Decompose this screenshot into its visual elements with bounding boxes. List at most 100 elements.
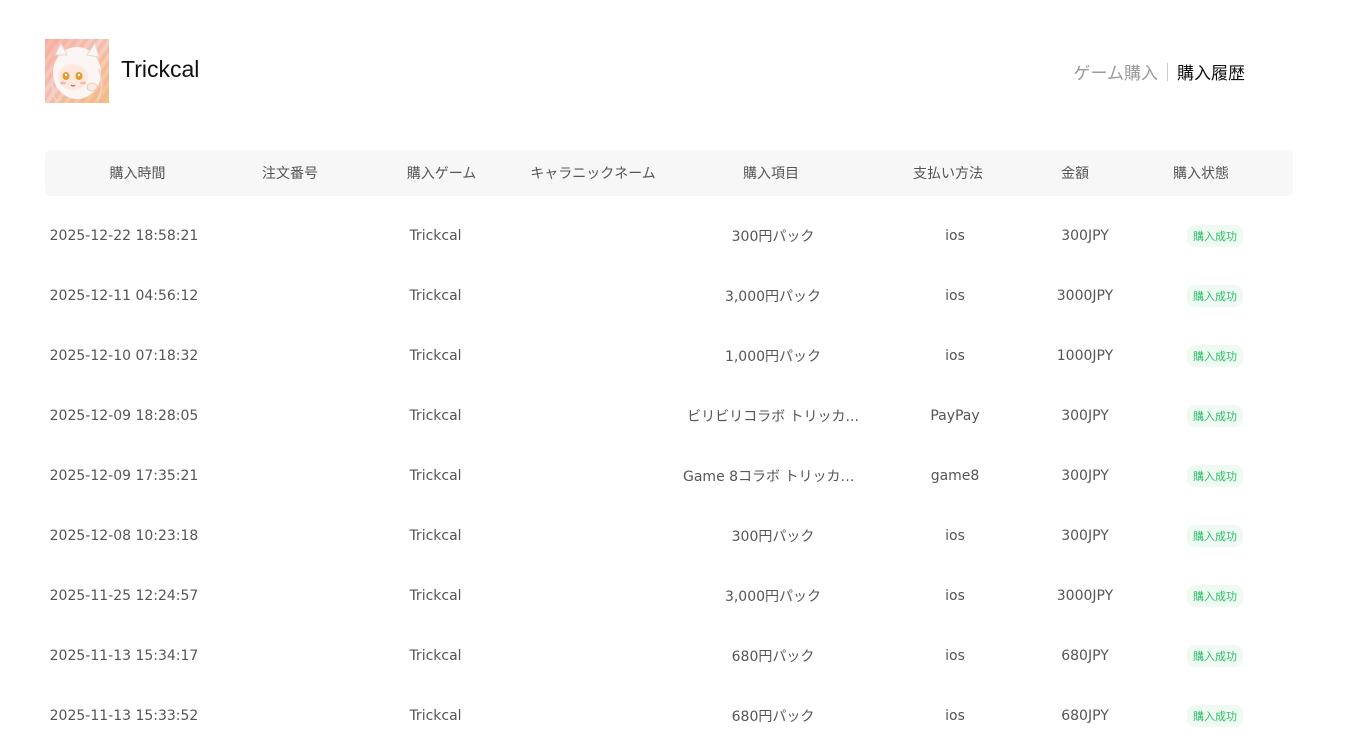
- column-header-game: 購入ゲーム: [406, 166, 477, 182]
- cell-status: 購入成功: [1155, 326, 1275, 386]
- cell-payment: ios: [945, 348, 965, 364]
- cell-payment: PayPay: [930, 408, 980, 424]
- cell-status: 購入成功: [1155, 626, 1275, 686]
- app-logo-icon[interactable]: [45, 39, 109, 103]
- cell-amount: 300JPY: [1061, 408, 1109, 424]
- cell-game: Trickcal: [409, 408, 462, 424]
- cell-nickname: [533, 326, 653, 386]
- app-title: Trickcal: [121, 56, 200, 82]
- cell-time: 2025-12-08 10:23:18: [49, 528, 199, 544]
- table-row[interactable]: 2025-12-22 18:58:21 Trickcal 300円パック ios…: [45, 206, 1293, 266]
- cell-payment: ios: [945, 648, 965, 664]
- cell-item: 680円パック: [731, 709, 815, 725]
- cell-nickname: [533, 626, 653, 686]
- cell-order-number: [230, 626, 350, 686]
- status-badge: 購入成功: [1187, 405, 1243, 427]
- cell-order-number: [230, 506, 350, 566]
- table-row[interactable]: 2025-11-13 15:34:17 Trickcal 680円パック ios…: [45, 626, 1293, 686]
- cell-time: 2025-11-25 12:24:57: [49, 588, 199, 604]
- table-row[interactable]: 2025-12-10 07:18:32 Trickcal 1,000円パック i…: [45, 326, 1293, 386]
- nav-purchase-history-link[interactable]: 購入履歴: [1177, 59, 1245, 84]
- cell-payment: ios: [945, 228, 965, 244]
- cell-game: Trickcal: [409, 348, 462, 364]
- column-header-status: 購入状態: [1173, 166, 1229, 182]
- status-badge: 購入成功: [1187, 465, 1243, 487]
- cell-nickname: [533, 566, 653, 626]
- column-header-nickname: キャラニックネーム: [530, 166, 656, 182]
- cell-payment: ios: [945, 708, 965, 724]
- status-badge: 購入成功: [1187, 705, 1243, 727]
- cell-game: Trickcal: [409, 528, 462, 544]
- cell-amount: 680JPY: [1061, 648, 1109, 664]
- column-header-order-number: 注文番号: [262, 166, 318, 182]
- cell-status: 購入成功: [1155, 686, 1275, 741]
- cell-item: Game 8コラボ トリッカル...: [683, 469, 863, 485]
- cell-nickname: [533, 206, 653, 266]
- table-row[interactable]: 2025-11-25 12:24:57 Trickcal 3,000円パック i…: [45, 566, 1293, 626]
- status-badge: 購入成功: [1187, 285, 1243, 307]
- column-header-item: 購入項目: [743, 166, 799, 182]
- nav-game-purchase-link[interactable]: ゲーム購入: [1074, 59, 1159, 84]
- table-row[interactable]: 2025-12-08 10:23:18 Trickcal 300円パック ios…: [45, 506, 1293, 566]
- cell-time: 2025-12-22 18:58:21: [49, 228, 199, 244]
- table-header: 購入時間 注文番号 購入ゲーム キャラニックネーム 購入項目 支払い方法 金額 …: [45, 150, 1293, 196]
- cell-nickname: [533, 386, 653, 446]
- column-header-amount: 金額: [1061, 166, 1089, 182]
- cell-status: 購入成功: [1155, 506, 1275, 566]
- cell-game: Trickcal: [409, 708, 462, 724]
- table-row[interactable]: 2025-12-09 18:28:05 Trickcal ビリビリコラボ トリッ…: [45, 386, 1293, 446]
- table-row[interactable]: 2025-11-13 15:33:52 Trickcal 680円パック ios…: [45, 686, 1293, 741]
- cell-payment: ios: [945, 288, 965, 304]
- table-row[interactable]: 2025-12-11 04:56:12 Trickcal 3,000円パック i…: [45, 266, 1293, 326]
- cell-amount: 300JPY: [1061, 468, 1109, 484]
- cell-payment: game8: [930, 468, 980, 484]
- cell-game: Trickcal: [409, 468, 462, 484]
- cell-status: 購入成功: [1155, 266, 1275, 326]
- header: Trickcal ゲーム購入 購入履歴: [45, 39, 1245, 103]
- table-row[interactable]: 2025-12-09 17:35:21 Trickcal Game 8コラボ ト…: [45, 446, 1293, 506]
- purchase-history-page: Trickcal ゲーム購入 購入履歴 購入時間 注文番号 購入ゲーム キャラニ…: [0, 0, 1348, 741]
- nav-divider: [1167, 62, 1168, 81]
- purchase-list: 2025-12-22 18:58:21 Trickcal 300円パック ios…: [45, 206, 1293, 741]
- cell-status: 購入成功: [1155, 446, 1275, 506]
- cell-nickname: [533, 686, 653, 741]
- cell-item: 300円パック: [731, 529, 815, 545]
- status-badge: 購入成功: [1187, 645, 1243, 667]
- cell-game: Trickcal: [409, 288, 462, 304]
- cell-item: 680円パック: [731, 649, 815, 665]
- top-nav: ゲーム購入 購入履歴: [1074, 59, 1245, 84]
- cell-order-number: [230, 686, 350, 741]
- cell-item: 1,000円パック: [724, 349, 822, 365]
- cell-time: 2025-11-13 15:33:52: [49, 708, 199, 724]
- status-badge: 購入成功: [1187, 585, 1243, 607]
- cell-time: 2025-12-11 04:56:12: [49, 288, 199, 304]
- cell-order-number: [230, 326, 350, 386]
- cell-time: 2025-12-10 07:18:32: [49, 348, 199, 364]
- cell-item: 300円パック: [731, 229, 815, 245]
- cell-payment: ios: [945, 588, 965, 604]
- cell-status: 購入成功: [1155, 206, 1275, 266]
- cell-order-number: [230, 206, 350, 266]
- cell-order-number: [230, 266, 350, 326]
- column-header-time: 購入時間: [109, 166, 166, 182]
- cell-amount: 3000JPY: [1056, 588, 1114, 604]
- cell-status: 購入成功: [1155, 386, 1275, 446]
- status-badge: 購入成功: [1187, 525, 1243, 547]
- status-badge: 購入成功: [1187, 225, 1243, 247]
- cell-order-number: [230, 446, 350, 506]
- cell-order-number: [230, 566, 350, 626]
- cell-time: 2025-11-13 15:34:17: [49, 648, 199, 664]
- cell-game: Trickcal: [409, 588, 462, 604]
- cell-nickname: [533, 506, 653, 566]
- cell-nickname: [533, 446, 653, 506]
- cell-amount: 300JPY: [1061, 228, 1109, 244]
- cell-time: 2025-12-09 17:35:21: [49, 468, 199, 484]
- cell-amount: 680JPY: [1061, 708, 1109, 724]
- cell-item: 3,000円パック: [724, 589, 822, 605]
- status-badge: 購入成功: [1187, 345, 1243, 367]
- cell-item: 3,000円パック: [724, 289, 822, 305]
- cell-amount: 1000JPY: [1056, 348, 1114, 364]
- cell-order-number: [230, 386, 350, 446]
- cell-nickname: [533, 266, 653, 326]
- cell-payment: ios: [945, 528, 965, 544]
